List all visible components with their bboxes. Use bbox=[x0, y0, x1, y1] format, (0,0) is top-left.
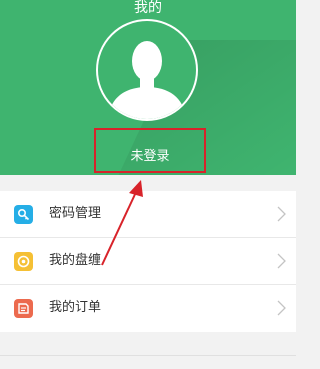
annotation-arrow-icon bbox=[101, 180, 143, 266]
